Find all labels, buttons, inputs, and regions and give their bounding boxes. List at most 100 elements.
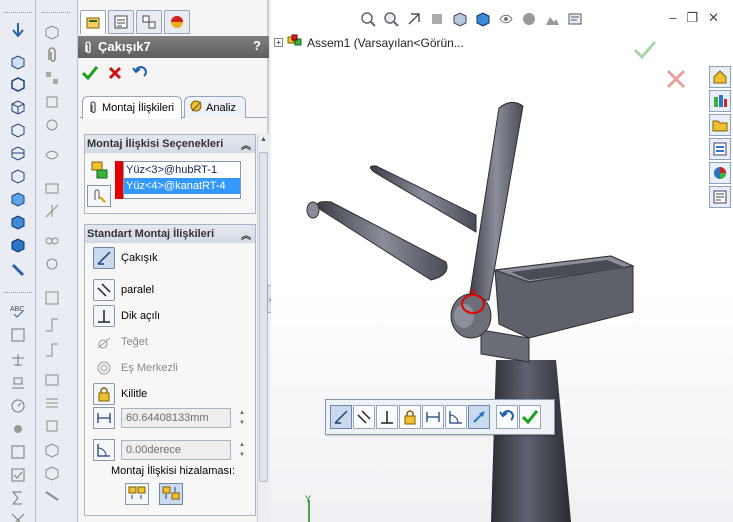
design-library-icon[interactable] bbox=[709, 90, 731, 112]
angle-spinner[interactable]: ▲ ▼ bbox=[237, 440, 247, 460]
perpendicular-icon[interactable] bbox=[93, 305, 115, 327]
confirm-cancel-icon[interactable] bbox=[665, 68, 687, 93]
cancel-button[interactable] bbox=[105, 64, 125, 82]
custom-properties-icon[interactable] bbox=[709, 186, 731, 208]
zoom-area-icon[interactable] bbox=[382, 11, 399, 28]
blue-cube-icon[interactable] bbox=[6, 235, 30, 255]
hide-show-icon[interactable] bbox=[40, 145, 64, 165]
ok-button[interactable] bbox=[80, 64, 100, 82]
blade-left[interactable] bbox=[317, 201, 448, 281]
toolbar-grip[interactable] bbox=[42, 12, 70, 15]
apply-scene-icon[interactable] bbox=[543, 11, 560, 28]
wind-turbine-model[interactable]: Y bbox=[271, 0, 733, 522]
popup-undo-icon[interactable] bbox=[496, 405, 518, 429]
spin-down-icon[interactable]: ▼ bbox=[239, 452, 245, 458]
angle-input[interactable]: 0.00derece bbox=[121, 440, 231, 460]
edit-appearance-icon[interactable] bbox=[520, 11, 537, 28]
note-icon[interactable] bbox=[6, 325, 30, 345]
shaded-edges-cube-icon[interactable] bbox=[6, 212, 30, 232]
sigma-icon[interactable] bbox=[6, 488, 30, 508]
close-icon[interactable]: ✕ bbox=[708, 10, 719, 26]
scrollbar-thumb[interactable] bbox=[259, 152, 268, 482]
popup-lock-icon[interactable] bbox=[399, 405, 421, 429]
hide-show-items-icon[interactable] bbox=[497, 11, 514, 28]
view-palette-icon[interactable] bbox=[709, 138, 731, 160]
previous-view-icon[interactable] bbox=[405, 11, 422, 28]
undo-button[interactable] bbox=[130, 64, 150, 82]
collapse-chevron-icon[interactable]: ︽ bbox=[241, 137, 251, 152]
mate-parallel[interactable]: paralel bbox=[93, 279, 154, 301]
anchor-icon[interactable] bbox=[6, 20, 30, 40]
help-button[interactable]: ? bbox=[253, 38, 261, 53]
check-box-icon[interactable] bbox=[6, 442, 30, 462]
zoom-fit-icon[interactable] bbox=[359, 11, 376, 28]
move-component-icon[interactable] bbox=[40, 115, 64, 135]
balance-icon[interactable] bbox=[6, 350, 30, 370]
coincident-icon[interactable] bbox=[93, 247, 115, 269]
tab-mates[interactable]: Montaj İlişkileri bbox=[82, 96, 182, 119]
mate-lock[interactable]: Kilitle bbox=[93, 383, 147, 405]
outline-cube-icon[interactable] bbox=[6, 166, 30, 186]
gauge-icon[interactable] bbox=[6, 396, 30, 416]
align-anti-aligned-button[interactable] bbox=[159, 483, 183, 505]
tab-property-manager[interactable] bbox=[108, 10, 134, 34]
component-pattern-icon[interactable] bbox=[40, 68, 64, 88]
distance-spinner[interactable]: ▲ ▼ bbox=[237, 408, 247, 428]
spin-up-icon[interactable]: ▲ bbox=[239, 410, 245, 416]
hidden-cube-icon[interactable] bbox=[6, 120, 30, 140]
spell-check-icon[interactable]: ABC bbox=[6, 300, 30, 320]
collapse-chevron-icon[interactable]: ︽ bbox=[241, 227, 251, 242]
graphics-area[interactable]: Y – ❐ ✕ + Assem1 (Varsayılan<Görün... bbox=[271, 0, 733, 522]
scale-icon[interactable] bbox=[6, 373, 30, 393]
toolbar-grip[interactable] bbox=[4, 12, 32, 15]
group-header[interactable]: Standart Montaj İlişkileri ︽ bbox=[85, 225, 255, 243]
file-explorer-icon[interactable] bbox=[709, 114, 731, 136]
home-icon[interactable] bbox=[709, 66, 731, 88]
minimize-icon[interactable]: – bbox=[669, 10, 676, 26]
view-settings-icon[interactable] bbox=[566, 11, 583, 28]
feature-tree-flyout[interactable]: + Assem1 (Varsayılan<Görün... bbox=[274, 34, 464, 51]
popup-parallel-icon[interactable] bbox=[353, 405, 375, 429]
insert-component-icon[interactable] bbox=[40, 22, 64, 42]
list-item[interactable]: Yüz<3>@hubRT-1 bbox=[124, 162, 240, 178]
hole-icon[interactable] bbox=[6, 419, 30, 439]
lock-icon[interactable] bbox=[93, 383, 115, 405]
popup-perpendicular-icon[interactable] bbox=[376, 405, 398, 429]
popup-distance-icon[interactable] bbox=[422, 405, 444, 429]
smart-fasteners-icon[interactable] bbox=[40, 92, 64, 112]
wire-cube-icon[interactable] bbox=[6, 97, 30, 117]
hole-alignment-icon[interactable] bbox=[40, 393, 64, 413]
tab-display-manager[interactable] bbox=[164, 10, 190, 34]
mate-perpendicular[interactable]: Dik açılı bbox=[93, 305, 160, 327]
cube-icon[interactable] bbox=[6, 74, 30, 94]
distance-icon[interactable] bbox=[93, 407, 115, 429]
popup-ok-icon[interactable] bbox=[519, 405, 541, 429]
align-aligned-button[interactable] bbox=[125, 483, 149, 505]
blade-back[interactable] bbox=[370, 165, 477, 233]
explode-line-icon[interactable] bbox=[40, 315, 64, 335]
tab-feature-manager[interactable] bbox=[80, 10, 106, 34]
mate-paperclip-icon[interactable] bbox=[40, 45, 64, 65]
tab-configuration-manager[interactable] bbox=[136, 10, 162, 34]
new-motion-icon[interactable] bbox=[40, 231, 64, 251]
scroll-up-icon[interactable]: ▲ bbox=[260, 136, 267, 143]
popup-coincident-icon[interactable] bbox=[330, 405, 352, 429]
route-icon[interactable] bbox=[40, 486, 64, 506]
view-orientation-icon[interactable] bbox=[451, 11, 468, 28]
linked-part-icon[interactable] bbox=[40, 416, 64, 436]
tower[interactable] bbox=[491, 360, 571, 522]
distance-input[interactable]: 60.64408133mm bbox=[121, 408, 231, 428]
spin-down-icon[interactable]: ▼ bbox=[239, 420, 245, 426]
section-cube-icon[interactable] bbox=[6, 143, 30, 163]
pushpin-button[interactable] bbox=[87, 185, 111, 207]
large-assembly-icon[interactable] bbox=[40, 440, 64, 460]
probe-icon[interactable] bbox=[6, 260, 30, 280]
exploded-view-icon[interactable] bbox=[40, 288, 64, 308]
bill-materials-icon[interactable] bbox=[40, 254, 64, 274]
selection-list[interactable]: Yüz<3>@hubRT-1 Yüz<4>@kanatRT-4 bbox=[123, 161, 241, 199]
reference-geometry-icon[interactable] bbox=[40, 201, 64, 221]
shaded-cube-icon[interactable] bbox=[6, 189, 30, 209]
list-item-selected[interactable]: Yüz<4>@kanatRT-4 bbox=[124, 178, 240, 194]
restore-icon[interactable]: ❐ bbox=[686, 10, 698, 26]
check-box-2-icon[interactable] bbox=[6, 465, 30, 485]
